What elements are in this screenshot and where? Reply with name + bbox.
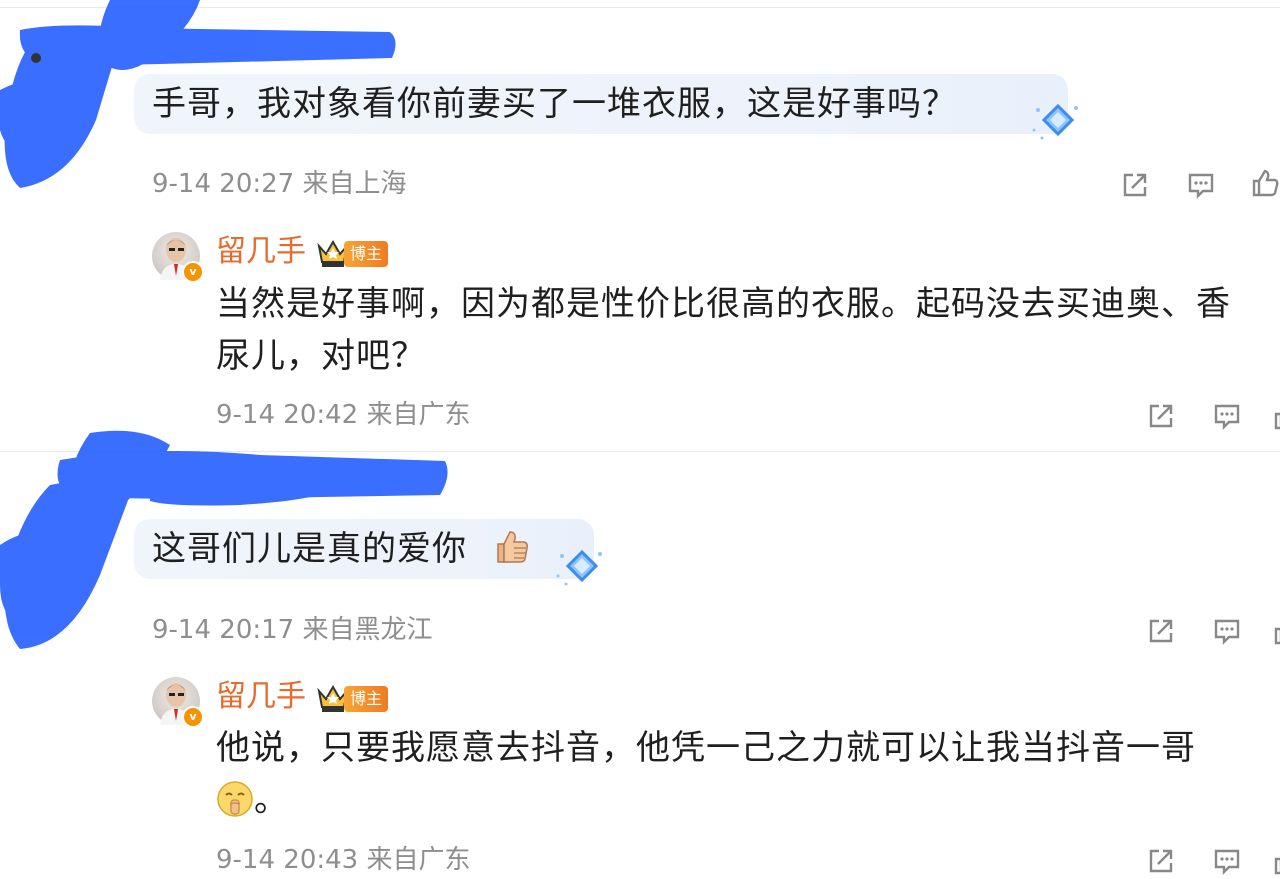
like-button[interactable] [1272, 401, 1280, 431]
verified-badge: v [182, 706, 204, 728]
comment-button[interactable] [1186, 170, 1216, 200]
role-badge: 博主 [344, 241, 389, 267]
share-button[interactable] [1146, 846, 1176, 876]
comment-text-content: 这哥们儿是真的爱你 [152, 529, 467, 569]
share-button[interactable] [1120, 170, 1150, 200]
reply-text-line: 他说，只要我愿意去抖音，他凭一己之力就可以让我当抖音一哥 [216, 728, 1196, 768]
reply-meta: 9-14 20:42 来自广东 [216, 399, 470, 431]
comment-time: 9-14 20:17 [152, 615, 295, 645]
reply-time: 9-14 20:43 [216, 845, 359, 875]
like-icon [1274, 412, 1280, 430]
reply-location: 来自广东 [366, 845, 471, 875]
like-icon [1252, 169, 1279, 197]
diamond-icon [556, 549, 602, 586]
like-icon [1274, 857, 1280, 875]
like-button[interactable] [1250, 168, 1280, 198]
reply-text-line: 尿儿，对吧？ [216, 336, 426, 376]
thumbs-up-emoji [497, 531, 528, 563]
comment-icon [1188, 173, 1214, 199]
comment-location: 来自黑龙江 [302, 615, 433, 645]
comment-text: 这哥们儿是真的爱你 [152, 519, 467, 579]
author-name[interactable]: 留几手 [216, 232, 306, 272]
share-icon [1149, 619, 1173, 643]
comment-meta: 9-14 20:17 来自黑龙江 [152, 614, 432, 646]
comment-icon [1214, 404, 1240, 430]
role-badge: 博主 [344, 686, 389, 712]
reply-time: 9-14 20:42 [216, 400, 359, 430]
diamond-icon [1032, 103, 1078, 140]
reply-location: 来自广东 [366, 400, 471, 430]
share-icon [1149, 404, 1173, 428]
comment-time: 9-14 20:27 [152, 169, 295, 199]
like-button[interactable] [1272, 846, 1280, 876]
share-button[interactable] [1146, 616, 1176, 646]
reply-meta: 9-14 20:43 来自广东 [216, 844, 470, 876]
comment-button[interactable] [1212, 846, 1242, 876]
comment-location: 来自上海 [302, 169, 407, 199]
comment-text: 手哥，我对象看你前妻买了一堆衣服，这是好事吗？ [152, 84, 957, 124]
comment-button[interactable] [1212, 616, 1242, 646]
avatar: v [152, 232, 204, 283]
like-button[interactable] [1272, 616, 1280, 646]
avatar: v [152, 677, 204, 728]
shush-emoji [217, 781, 253, 817]
reply-text-line: 当然是好事啊，因为都是性价比很高的衣服。起码没去买迪奥、香 [216, 284, 1231, 324]
comment-button[interactable] [1212, 401, 1242, 431]
reply-text-line: 。 [254, 780, 289, 820]
comment-icon [1214, 619, 1240, 645]
share-button[interactable] [1146, 401, 1176, 431]
share-icon [1149, 849, 1173, 873]
comment-icon [1214, 849, 1240, 875]
like-icon [1274, 627, 1280, 645]
comment-meta: 9-14 20:27 来自上海 [152, 168, 406, 200]
divider [0, 7, 1280, 8]
author-name[interactable]: 留几手 [216, 677, 306, 717]
verified-badge: v [182, 261, 204, 283]
divider [0, 451, 1280, 452]
share-icon [1123, 173, 1147, 197]
